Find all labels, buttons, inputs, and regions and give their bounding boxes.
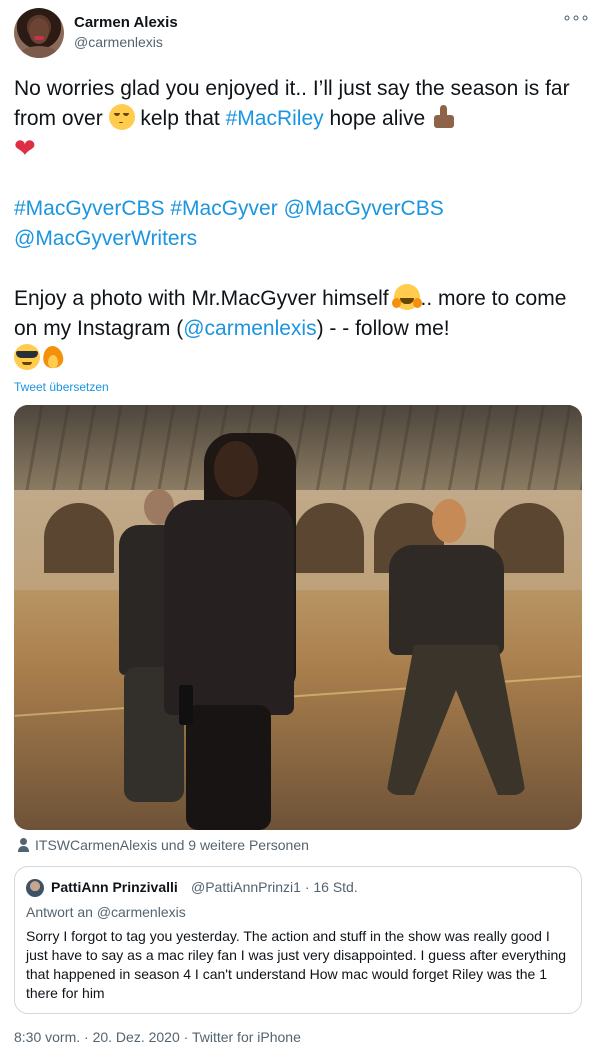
instagram-mention-link[interactable]: @carmenlexis xyxy=(183,317,316,340)
photo-prop xyxy=(179,685,193,725)
avatar-lips xyxy=(34,36,44,40)
tweet-timestamp[interactable]: 8:30 vorm. · 20. Dez. 2020 · Twitter for… xyxy=(14,1029,301,1045)
quoted-reply-to: Antwort an @carmenlexis xyxy=(26,904,186,920)
photo-person-center-legs xyxy=(186,705,271,830)
thumbs-up-icon xyxy=(431,104,459,130)
tagged-people-label: ITSWCarmenAlexis und 9 weitere Personen xyxy=(35,837,309,853)
photo-arch xyxy=(44,503,114,573)
avatar-face xyxy=(29,18,49,44)
red-heart-icon: ❤ xyxy=(14,133,36,163)
person-icon xyxy=(18,838,29,852)
photo-person-right-body xyxy=(389,545,504,655)
more-horizontal-icon[interactable]: ∘∘∘ xyxy=(562,11,590,28)
tweet-text-part: kelp that xyxy=(134,107,226,130)
tweet-text-part: Enjoy a photo with Mr.MacGyver himself xyxy=(14,287,395,310)
tweet-body: No worries glad you enjoyed it.. I’ll ju… xyxy=(14,74,582,374)
hashtag-macriley-link[interactable]: #MacRiley xyxy=(226,107,324,130)
quoted-author-avatar xyxy=(26,879,44,897)
quoted-tweet[interactable]: PattiAnn Prinzivalli @PattiAnnPrinzi1 · … xyxy=(14,866,582,1014)
avatar-shoulders xyxy=(19,46,59,58)
tweet-text-part: hope alive xyxy=(323,107,432,130)
hugging-face-icon xyxy=(392,284,421,310)
smirking-face-icon xyxy=(108,104,135,130)
tweet-paragraph-3: Enjoy a photo with Mr.MacGyver himself .… xyxy=(14,284,582,374)
tagged-people[interactable]: ITSWCarmenAlexis und 9 weitere Personen xyxy=(18,837,309,853)
tweet-photo[interactable] xyxy=(14,405,582,830)
tweet-text-part: ) - - follow me! xyxy=(316,317,450,340)
photo-arch xyxy=(294,503,364,573)
tweet-paragraph-1: No worries glad you enjoyed it.. I’ll ju… xyxy=(14,74,582,164)
author-handle[interactable]: @carmenlexis xyxy=(74,34,163,50)
fire-icon xyxy=(40,344,66,370)
hashtags-mentions[interactable]: #MacGyverCBS #MacGyver @MacGyverCBS @Mac… xyxy=(14,194,582,254)
photo-person-right-legs xyxy=(386,645,526,795)
translate-tweet-link[interactable]: Tweet übersetzen xyxy=(14,380,109,394)
tweet-header: Carmen Alexis @carmenlexis ∘∘∘ xyxy=(14,8,590,60)
photo-person-right-head xyxy=(432,499,466,543)
photo-ceiling xyxy=(14,405,582,490)
photo-person-center-head xyxy=(214,441,258,497)
photo-person-center-body xyxy=(164,500,294,715)
author-avatar[interactable] xyxy=(14,8,64,58)
sunglasses-face-icon xyxy=(14,344,40,370)
photo-arch xyxy=(494,503,564,573)
quoted-author-meta: @PattiAnnPrinzi1 · 16 Std. xyxy=(191,879,358,895)
quoted-author-name: PattiAnn Prinzivalli xyxy=(51,879,178,895)
author-name[interactable]: Carmen Alexis xyxy=(74,14,178,31)
quoted-tweet-text: Sorry I forgot to tag you yesterday. The… xyxy=(26,928,567,1001)
